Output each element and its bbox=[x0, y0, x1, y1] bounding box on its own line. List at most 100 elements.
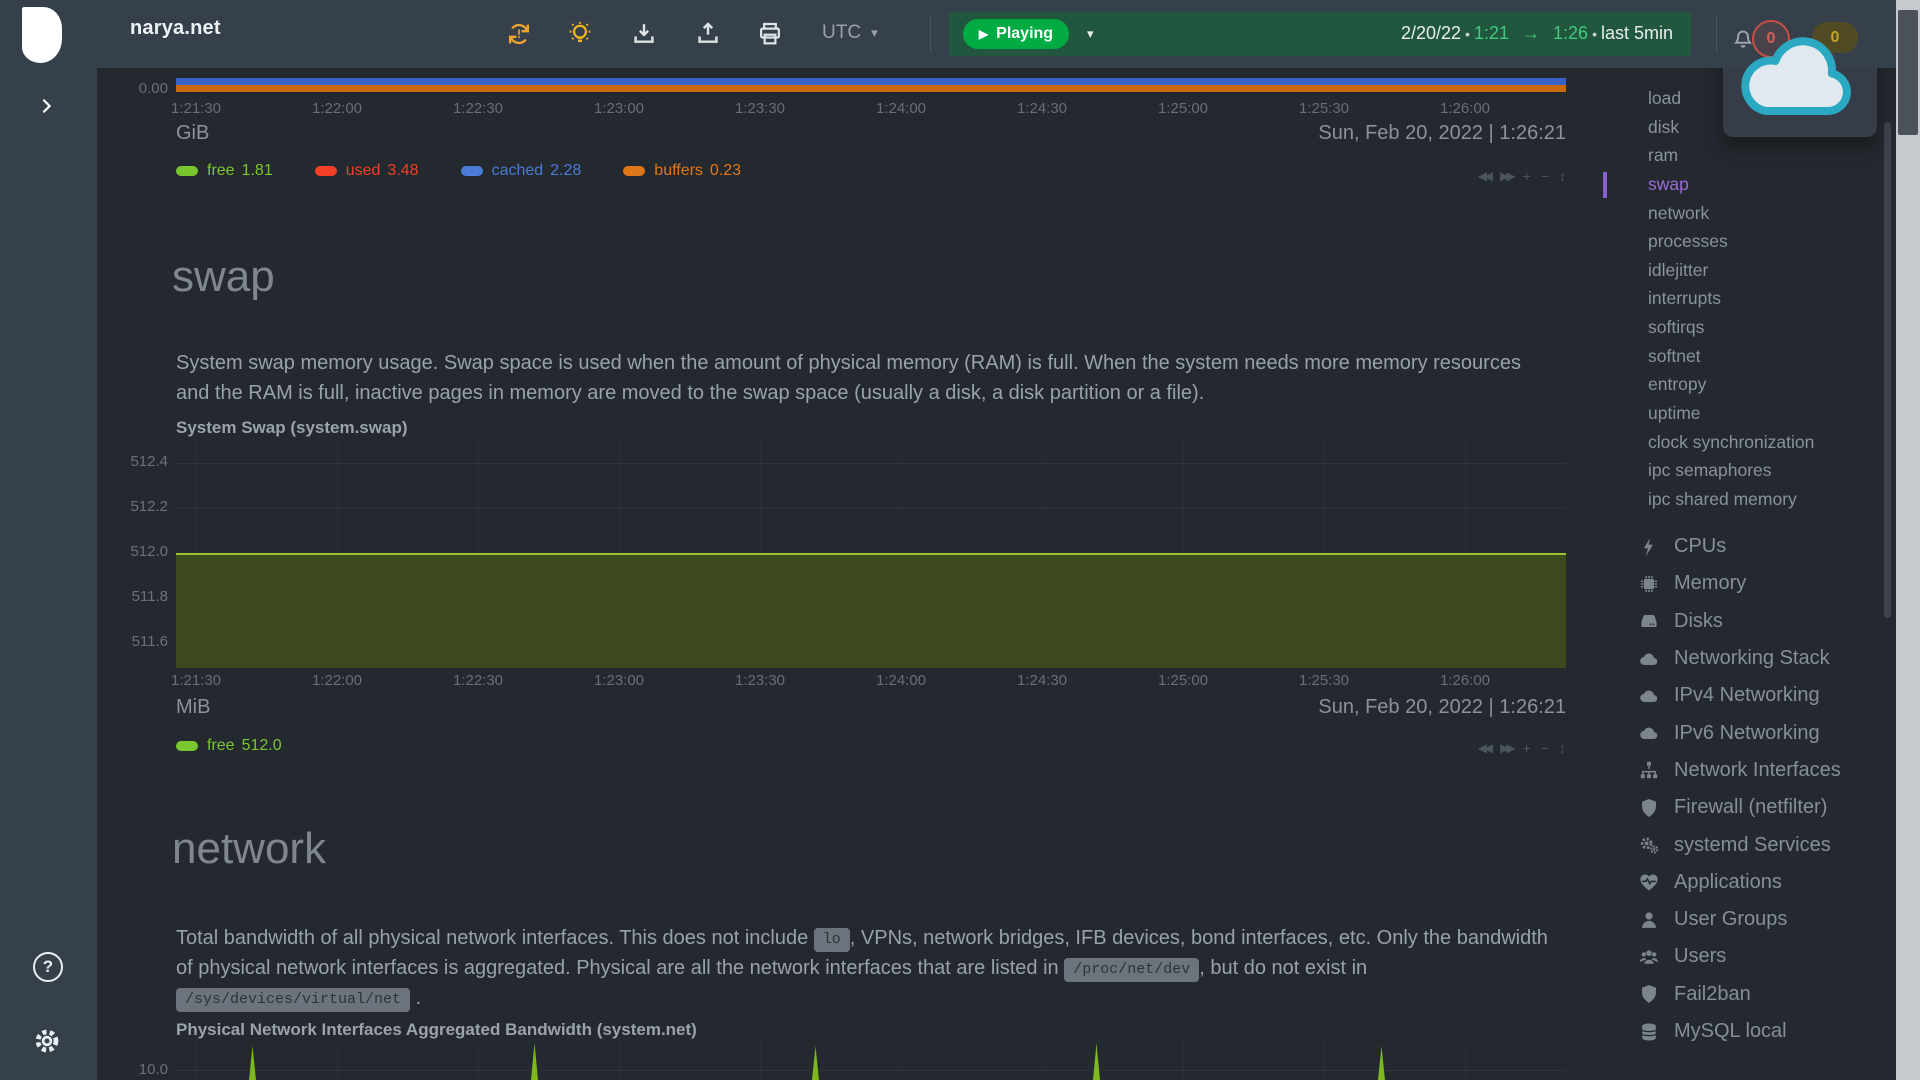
rewind-icon[interactable]: ◀◀ bbox=[1478, 169, 1490, 183]
gridline bbox=[1042, 1042, 1043, 1080]
swap-chart-plot[interactable] bbox=[176, 440, 1566, 666]
network-spike-1:23:41 bbox=[812, 1046, 819, 1080]
ram-chart-cached-line[interactable] bbox=[176, 78, 1566, 85]
sidebar-section-Users[interactable]: Users bbox=[1638, 938, 1841, 975]
cloud-signin-icon[interactable] bbox=[1734, 33, 1864, 115]
sidebar-section-IPv6-Networking[interactable]: IPv6 Networking bbox=[1638, 714, 1841, 751]
network-chart-plot[interactable] bbox=[176, 1042, 1566, 1080]
sidebar-submenu: loaddiskramswapnetworkprocessesidlejitte… bbox=[1648, 84, 1814, 514]
sidebar-section-Memory[interactable]: Memory bbox=[1638, 565, 1841, 602]
time-from: 1:21 bbox=[1474, 23, 1509, 43]
time-range-display[interactable]: 2/20/22•1:21 → 1:26•last 5min bbox=[1401, 23, 1673, 44]
sidebar-section-Applications[interactable]: Applications bbox=[1638, 864, 1841, 901]
sidebar-section-Firewall-(netfilter)[interactable]: Firewall (netfilter) bbox=[1638, 789, 1841, 826]
sidebar-item-softnet[interactable]: softnet bbox=[1648, 342, 1814, 371]
sidebar-item-network[interactable]: network bbox=[1648, 199, 1814, 228]
sidebar-item-swap[interactable]: swap bbox=[1648, 170, 1814, 199]
gridline bbox=[901, 1042, 902, 1080]
sidebar-section-IPv4-Networking[interactable]: IPv4 Networking bbox=[1638, 677, 1841, 714]
x-tick-label: 1:25:30 bbox=[1299, 100, 1349, 117]
user-icon bbox=[1638, 909, 1660, 931]
chevron-down-icon[interactable]: ▾ bbox=[1087, 26, 1094, 42]
sidebar-item-idlejitter[interactable]: idlejitter bbox=[1648, 256, 1814, 285]
gridline bbox=[337, 1042, 338, 1080]
section-label: systemd Services bbox=[1674, 834, 1831, 857]
bulb-icon[interactable] bbox=[566, 20, 594, 48]
legend-item-cached[interactable]: cached2.28 bbox=[461, 162, 582, 180]
legend-item-buffers[interactable]: buffers0.23 bbox=[623, 162, 741, 180]
header: narya.net ! UTC ▾ ▶ Playing ▾ 2/20/22•1:… bbox=[0, 0, 1920, 68]
legend-swatch bbox=[623, 166, 645, 176]
node-selector[interactable]: narya.net bbox=[118, 17, 221, 40]
page-scrollbar[interactable] bbox=[1896, 0, 1920, 1080]
sidebar-section-Networking-Stack[interactable]: Networking Stack bbox=[1638, 640, 1841, 677]
sidebar-item-entropy[interactable]: entropy bbox=[1648, 370, 1814, 399]
sidebar-item-uptime[interactable]: uptime bbox=[1648, 399, 1814, 428]
sidebar-item-ipc-semaphores[interactable]: ipc semaphores bbox=[1648, 456, 1814, 485]
legend-item-free[interactable]: free512.0 bbox=[176, 737, 282, 755]
sidebar-item-ram[interactable]: ram bbox=[1648, 141, 1814, 170]
legend-value: 512.0 bbox=[242, 737, 282, 755]
rewind-icon[interactable]: ◀◀ bbox=[1478, 741, 1490, 755]
x-tick-label: 1:23:30 bbox=[735, 100, 785, 117]
timezone-selector[interactable]: UTC ▾ bbox=[822, 22, 878, 44]
network-chart-title: Physical Network Interfaces Aggregated B… bbox=[176, 1020, 697, 1040]
upload-icon[interactable] bbox=[694, 20, 722, 48]
x-tick-label: 1:24:30 bbox=[1017, 672, 1067, 689]
fast-forward-icon[interactable]: ▶▶ bbox=[1500, 741, 1512, 755]
sidebar-section-systemd-Services[interactable]: systemd Services bbox=[1638, 826, 1841, 863]
vertical-resize-icon[interactable]: ↕ bbox=[1559, 740, 1566, 756]
section-label: Applications bbox=[1674, 871, 1782, 894]
legend-item-used[interactable]: used3.48 bbox=[315, 162, 419, 180]
fast-forward-icon[interactable]: ▶▶ bbox=[1500, 169, 1512, 183]
sidebar-section-User-Groups[interactable]: User Groups bbox=[1638, 901, 1841, 938]
zoom-in-icon[interactable]: + bbox=[1523, 740, 1531, 756]
time-range-panel[interactable]: ▶ Playing ▾ 2/20/22•1:21 → 1:26•last 5mi… bbox=[949, 12, 1691, 56]
active-menu-indicator bbox=[1603, 172, 1607, 198]
sidebar-item-clock-synchronization[interactable]: clock synchronization bbox=[1648, 428, 1814, 457]
zoom-in-icon[interactable]: + bbox=[1523, 168, 1531, 184]
zoom-out-icon[interactable]: − bbox=[1541, 740, 1549, 756]
legend-value: 1.81 bbox=[242, 162, 273, 180]
swap-section-title: swap bbox=[172, 252, 275, 302]
play-button[interactable]: ▶ Playing bbox=[963, 19, 1069, 49]
netdata-logo[interactable] bbox=[22, 7, 62, 63]
refresh-update-icon[interactable]: ! bbox=[505, 20, 533, 48]
x-tick-label: 1:25:00 bbox=[1158, 672, 1208, 689]
chevron-down-icon: ▾ bbox=[871, 25, 878, 41]
gridline bbox=[478, 1042, 479, 1080]
sidebar-item-interrupts[interactable]: interrupts bbox=[1648, 284, 1814, 313]
download-icon[interactable] bbox=[630, 20, 658, 48]
section-label: Networking Stack bbox=[1674, 647, 1830, 670]
inline-code: lo bbox=[814, 928, 850, 952]
x-tick-label: 1:23:30 bbox=[735, 672, 785, 689]
settings-gear-icon[interactable] bbox=[32, 1026, 62, 1056]
play-label: Playing bbox=[996, 25, 1053, 43]
expand-sidebar-button chevron-right-icon[interactable] bbox=[38, 97, 56, 117]
sidebar-section-Fail2ban[interactable]: Fail2ban bbox=[1638, 976, 1841, 1013]
section-label: MySQL local bbox=[1674, 1020, 1787, 1043]
zoom-out-icon[interactable]: − bbox=[1541, 168, 1549, 184]
sitemap-icon bbox=[1638, 759, 1660, 781]
sidebar-item-ipc-shared-memory[interactable]: ipc shared memory bbox=[1648, 485, 1814, 514]
sidebar-scrollbar-thumb[interactable] bbox=[1884, 122, 1891, 618]
sidebar-item-processes[interactable]: processes bbox=[1648, 227, 1814, 256]
help-button[interactable]: ? bbox=[33, 952, 63, 982]
network-description: Total bandwidth of all physical network … bbox=[176, 923, 1561, 1013]
vertical-resize-icon[interactable]: ↕ bbox=[1559, 168, 1566, 184]
sidebar-item-softirqs[interactable]: softirqs bbox=[1648, 313, 1814, 342]
heartbeat-icon bbox=[1638, 871, 1660, 893]
gridline bbox=[1183, 1042, 1184, 1080]
section-label: Memory bbox=[1674, 572, 1746, 595]
ram-chart-toolbar: ◀◀ ▶▶ +−↕ bbox=[1426, 168, 1566, 184]
left-rail: ? bbox=[0, 0, 97, 1080]
sidebar-section-Network-Interfaces[interactable]: Network Interfaces bbox=[1638, 752, 1841, 789]
ram-chart-buffers-line[interactable] bbox=[176, 85, 1566, 92]
page-scrollbar-thumb[interactable] bbox=[1898, 10, 1918, 135]
print-icon[interactable] bbox=[756, 20, 784, 48]
hostname: narya.net bbox=[130, 17, 221, 40]
sidebar-section-MySQL-local[interactable]: MySQL local bbox=[1638, 1013, 1841, 1050]
sidebar-section-Disks[interactable]: Disks bbox=[1638, 603, 1841, 640]
sidebar-section-CPUs[interactable]: CPUs bbox=[1638, 528, 1841, 565]
legend-item-free[interactable]: free1.81 bbox=[176, 162, 273, 180]
